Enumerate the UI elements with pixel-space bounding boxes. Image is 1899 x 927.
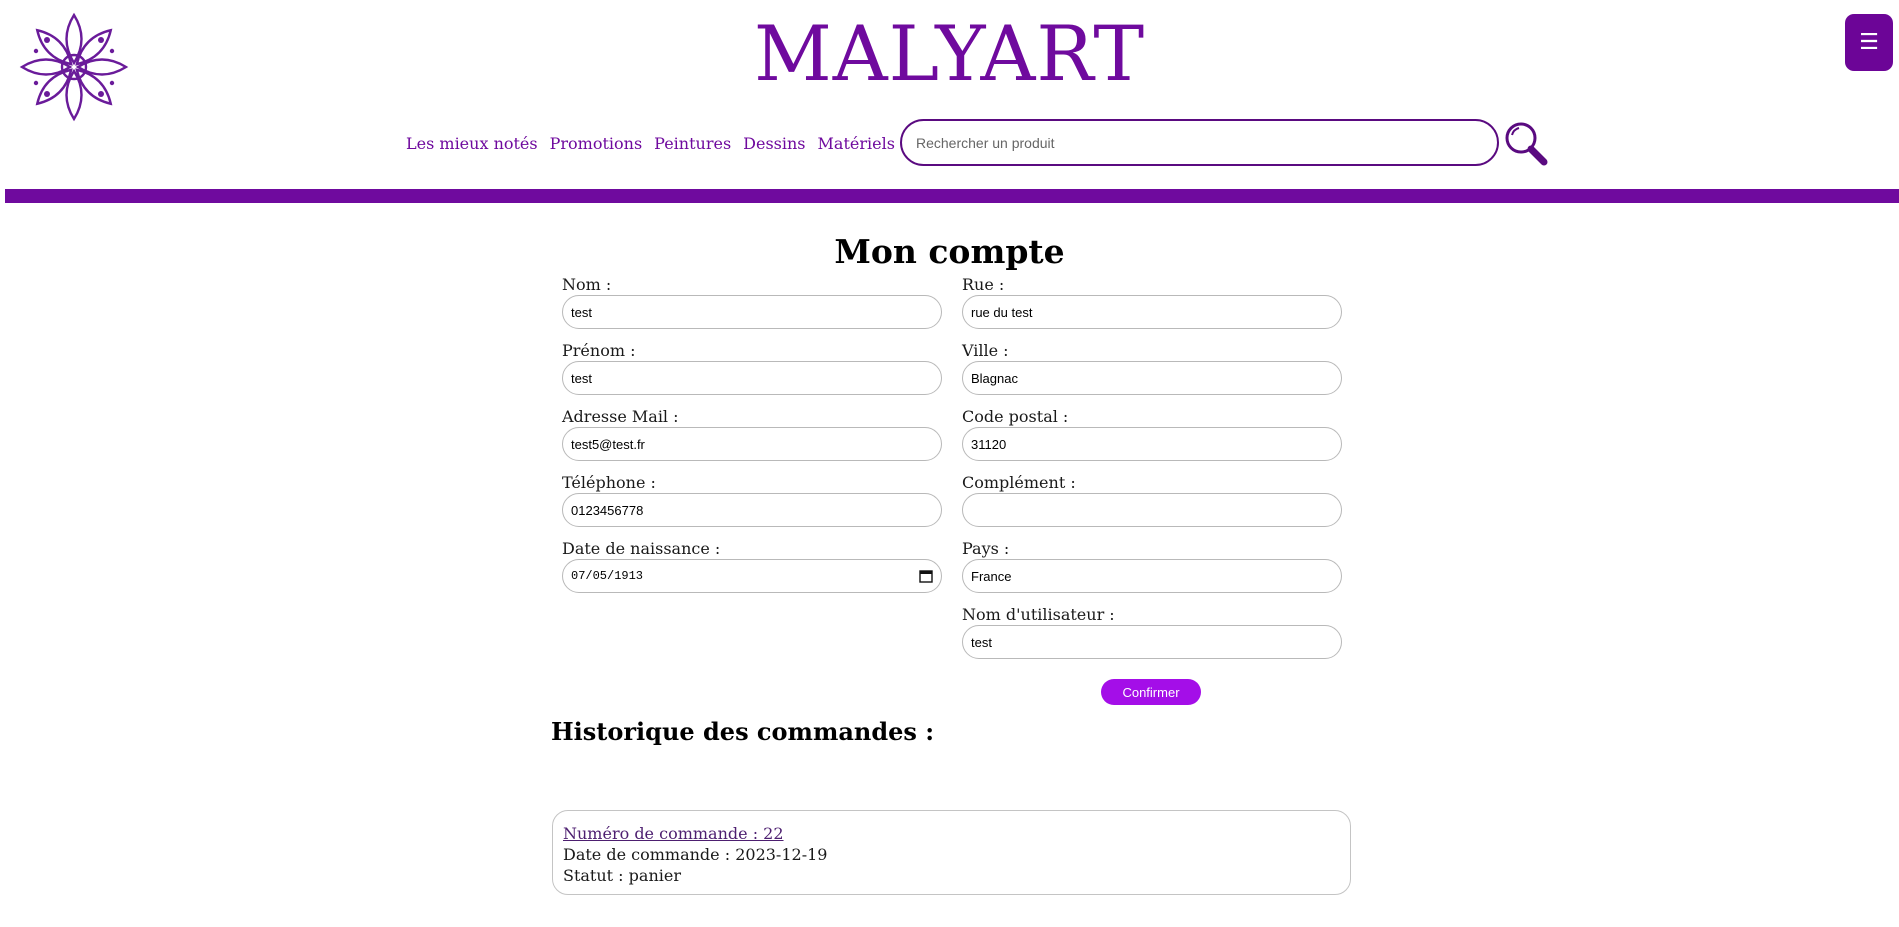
- confirm-button[interactable]: Confirmer: [1101, 679, 1201, 705]
- address-complement-label: Complément :: [962, 473, 1076, 492]
- last-name-label: Nom :: [562, 275, 612, 294]
- search-input[interactable]: [900, 119, 1499, 166]
- address-complement-input[interactable]: [962, 493, 1342, 527]
- city-field: Ville :: [962, 341, 1342, 395]
- phone-input[interactable]: [562, 493, 942, 527]
- category-nav: Les mieux notés Promotions Peintures Des…: [406, 128, 938, 158]
- last-name-field: Nom :: [562, 275, 942, 329]
- country-field: Pays :: [962, 539, 1342, 593]
- phone-label: Téléphone :: [562, 473, 656, 492]
- nav-item-drawings[interactable]: Dessins: [743, 134, 805, 153]
- order-date: Date de commande : 2023-12-19: [563, 845, 828, 864]
- nav-item-promotions[interactable]: Promotions: [550, 134, 643, 153]
- order-card: Numéro de commande : 22 Date de commande…: [552, 810, 1351, 895]
- address-complement-field: Complément :: [962, 473, 1342, 527]
- postal-code-field: Code postal :: [962, 407, 1342, 461]
- email-label: Adresse Mail :: [562, 407, 679, 426]
- first-name-input[interactable]: [562, 361, 942, 395]
- phone-field: Téléphone :: [562, 473, 942, 527]
- search-icon[interactable]: [1504, 121, 1548, 167]
- username-input[interactable]: [962, 625, 1342, 659]
- postal-code-label: Code postal :: [962, 407, 1069, 426]
- first-name-field: Prénom :: [562, 341, 942, 395]
- email-field: Adresse Mail :: [562, 407, 942, 461]
- street-field: Rue :: [962, 275, 1342, 329]
- calendar-icon[interactable]: [919, 569, 933, 583]
- street-label: Rue :: [962, 275, 1005, 294]
- birthdate-label: Date de naissance :: [562, 539, 721, 558]
- header-divider-bar: [5, 189, 1899, 203]
- page-title: Mon compte: [834, 232, 1065, 271]
- nav-item-paintings[interactable]: Peintures: [654, 134, 731, 153]
- birthdate-field: Date de naissance :: [562, 539, 942, 593]
- username-field: Nom d'utilisateur :: [962, 605, 1342, 659]
- order-status: Statut : panier: [563, 866, 681, 885]
- street-input[interactable]: [962, 295, 1342, 329]
- birthdate-input[interactable]: [562, 559, 942, 593]
- brand-title[interactable]: MALYART: [0, 8, 1899, 100]
- hamburger-icon: ☰: [1859, 30, 1879, 55]
- country-label: Pays :: [962, 539, 1010, 558]
- username-label: Nom d'utilisateur :: [962, 605, 1115, 624]
- email-input[interactable]: [562, 427, 942, 461]
- city-label: Ville :: [962, 341, 1009, 360]
- country-input[interactable]: [962, 559, 1342, 593]
- hamburger-menu-button[interactable]: ☰: [1845, 14, 1893, 71]
- order-history-title: Historique des commandes :: [551, 717, 935, 746]
- nav-item-top-rated[interactable]: Les mieux notés: [406, 134, 538, 153]
- postal-code-input[interactable]: [962, 427, 1342, 461]
- first-name-label: Prénom :: [562, 341, 636, 360]
- last-name-input[interactable]: [562, 295, 942, 329]
- city-input[interactable]: [962, 361, 1342, 395]
- order-number-link[interactable]: Numéro de commande : 22: [563, 824, 784, 843]
